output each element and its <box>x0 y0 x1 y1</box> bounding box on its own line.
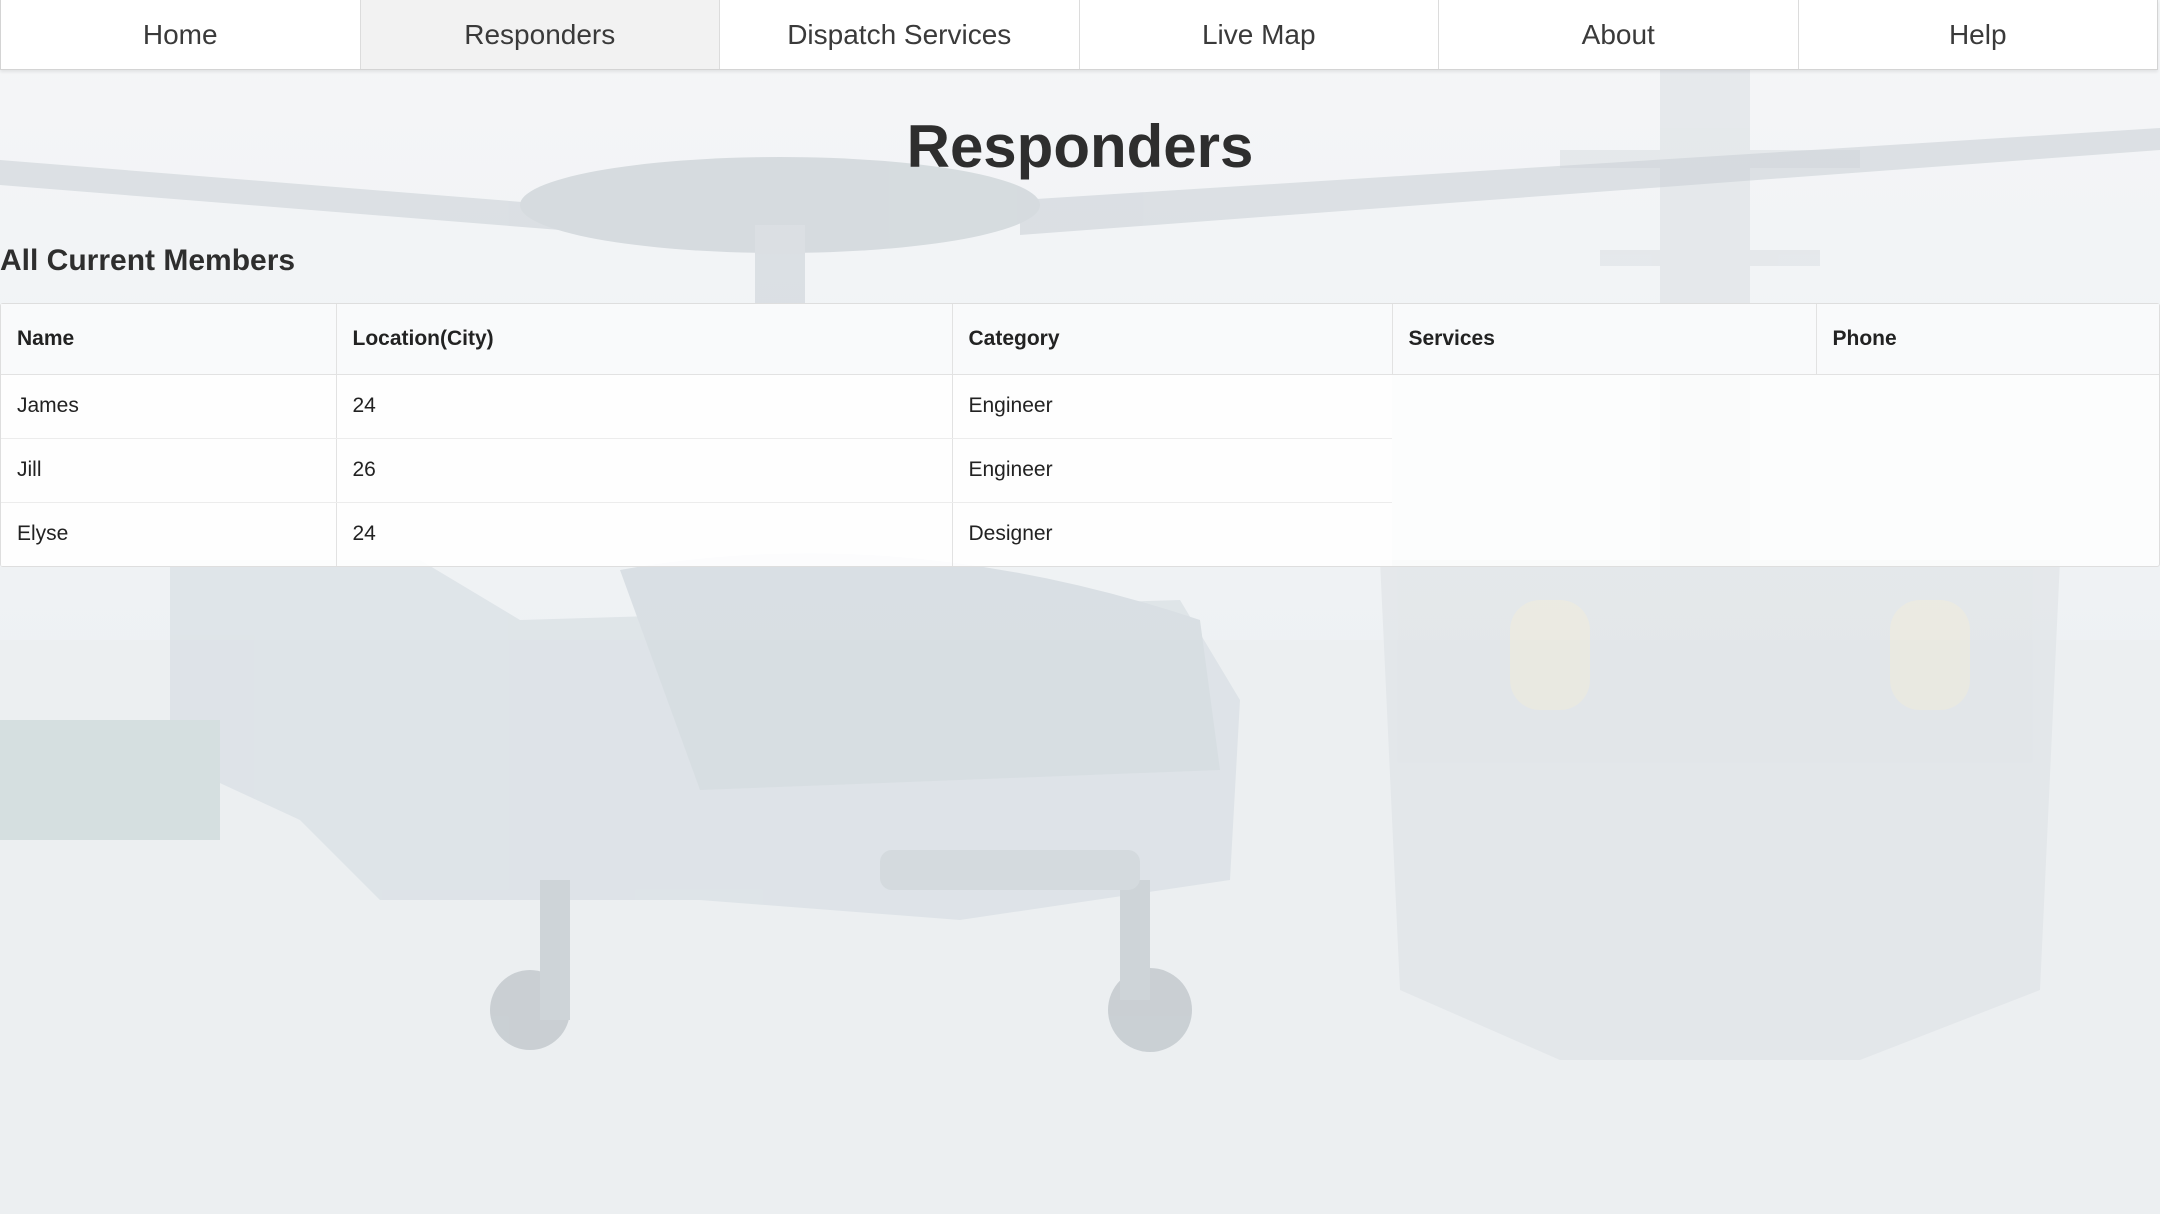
members-table: Name Location(City) Category Services Ph… <box>1 304 2159 566</box>
cell-services <box>1392 438 1816 502</box>
cell-phone <box>1816 502 2159 566</box>
nav-help[interactable]: Help <box>1799 0 2158 69</box>
nav-responders[interactable]: Responders <box>360 0 720 69</box>
column-header-name[interactable]: Name <box>1 304 337 375</box>
cell-location: 24 <box>336 374 953 439</box>
nav-home[interactable]: Home <box>1 0 361 69</box>
cell-category: Designer <box>952 502 1392 566</box>
nav-live-map[interactable]: Live Map <box>1080 0 1439 69</box>
section-title: All Current Members <box>0 244 296 277</box>
cell-category: Engineer <box>952 374 1392 439</box>
table-row: Jill 26 Engineer <box>1 438 2159 503</box>
column-header-category[interactable]: Category <box>952 304 1393 375</box>
table-row: James 24 Engineer <box>1 374 2159 439</box>
column-header-location[interactable]: Location(City) <box>336 304 953 375</box>
cell-name: Elyse <box>1 502 337 566</box>
table-header-row: Name Location(City) Category Services Ph… <box>1 304 2159 375</box>
cell-location: 26 <box>336 438 953 503</box>
cell-phone <box>1816 438 2159 502</box>
nav-dispatch-services[interactable]: Dispatch Services <box>720 0 1080 69</box>
cell-name: Jill <box>1 438 337 503</box>
column-header-services[interactable]: Services <box>1392 304 1817 375</box>
cell-name: James <box>1 374 337 439</box>
cell-services <box>1392 502 1816 566</box>
column-header-phone[interactable]: Phone <box>1816 304 2159 375</box>
cell-phone <box>1816 374 2159 438</box>
cell-location: 24 <box>336 502 953 566</box>
cell-services <box>1392 374 1816 438</box>
background-photo <box>0 0 2160 1214</box>
page-title: Responders <box>906 113 1254 180</box>
helicopter-ship-illustration <box>0 0 2160 1214</box>
table-row: Elyse 24 Designer <box>1 502 2159 566</box>
members-table-container: Name Location(City) Category Services Ph… <box>0 303 2160 567</box>
top-nav: Home Responders Dispatch Services Live M… <box>0 0 2158 70</box>
nav-about[interactable]: About <box>1439 0 1799 69</box>
cell-category: Engineer <box>952 438 1392 503</box>
